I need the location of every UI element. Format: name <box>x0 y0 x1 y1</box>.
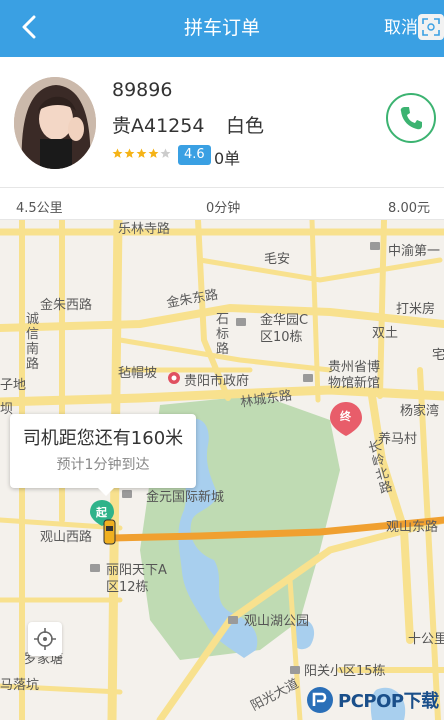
app-root: 拼车订单 取消 89896 贵A41254 白色 4.6 0单 4.5公里 0分… <box>0 0 444 720</box>
trip-distance: 4.5公里 <box>16 201 63 216</box>
map-label: 杨家湾 <box>400 404 440 419</box>
scan-button[interactable] <box>418 14 444 40</box>
terminus-label: 终 <box>340 410 351 423</box>
eta-bubble: 司机距您还有160米 预计1分钟到达 <box>10 414 196 496</box>
eta-distance-text: 司机距您还有160米 <box>22 428 184 449</box>
map-label: 贵阳市政府 <box>184 374 250 389</box>
driver-card: 89896 贵A41254 白色 4.6 0单 <box>0 57 444 187</box>
star-filled-icon <box>124 148 135 158</box>
watermark-logo: PCPOP下载 <box>306 680 444 720</box>
bubble-tail <box>98 488 114 496</box>
avatar-image <box>14 77 96 169</box>
map-label: 贵州省博物馆新馆 <box>328 360 381 391</box>
car-marker <box>103 519 116 545</box>
license-plate: 贵A41254 <box>112 115 205 137</box>
origin-label: 起 <box>96 506 107 519</box>
map-label: 金元国际新城 <box>146 490 225 505</box>
star-filled-icon <box>148 148 159 158</box>
rating-badge: 4.6 <box>178 145 211 165</box>
map-label: 宅 <box>432 348 444 363</box>
star-filled-icon <box>112 148 123 158</box>
crosshair-icon <box>34 628 56 650</box>
map-label: 阳关小区15栋 <box>304 664 386 679</box>
map-label: 双土 <box>372 326 399 341</box>
cancel-button[interactable]: 取消 <box>384 0 418 57</box>
order-count: 0单 <box>214 149 241 168</box>
map-label: 金华园C区10栋 <box>260 313 309 345</box>
map-label: 观山西路 <box>40 530 93 545</box>
map-label: 观山东路 <box>386 520 439 535</box>
driver-name: 89896 <box>112 79 173 101</box>
trip-duration: 0分钟 <box>206 201 241 216</box>
eta-time-text: 预计1分钟到达 <box>56 457 150 473</box>
watermark-text: PCPOP下载 <box>338 691 439 712</box>
rating-stars <box>112 148 171 159</box>
page-title: 拼车订单 <box>183 17 260 39</box>
trip-stats: 4.5公里 0分钟 8.00元 <box>0 187 444 220</box>
header-bar: 拼车订单 取消 <box>0 0 444 57</box>
map-view[interactable]: 乐林寺路 中渝第一 毛安 金朱东路 金朱西路 诚信南路 子地 坝 石标路 金华园… <box>0 220 444 720</box>
map-label: 乐林寺路 <box>118 222 171 237</box>
map-label: 丽阳天下A区12栋 <box>106 563 167 595</box>
phone-icon <box>400 107 422 130</box>
map-label: 子地 <box>0 378 27 393</box>
watermark-icon <box>307 687 333 713</box>
map-label: 诚信南路 <box>26 312 40 372</box>
star-empty-icon <box>160 148 171 158</box>
star-filled-icon <box>136 148 147 158</box>
map-label: 打米房 <box>396 302 436 317</box>
map-label: 马落坑 <box>0 678 40 693</box>
map-label: 毡帽坡 <box>118 366 158 381</box>
map-label: 石标路 <box>216 312 230 357</box>
map-label: 毛安 <box>264 252 291 267</box>
locate-button[interactable] <box>28 622 62 656</box>
map-label: 观山湖公园 <box>244 614 310 629</box>
car-color: 白色 <box>226 115 265 137</box>
map-label: 十公里 <box>408 632 444 647</box>
driver-avatar[interactable] <box>14 77 96 169</box>
map-label: 中渝第一 <box>388 244 441 259</box>
scan-icon <box>422 18 440 36</box>
call-driver-button[interactable] <box>386 93 436 143</box>
map-label: 金朱西路 <box>40 298 93 313</box>
trip-price: 8.00元 <box>388 201 430 216</box>
